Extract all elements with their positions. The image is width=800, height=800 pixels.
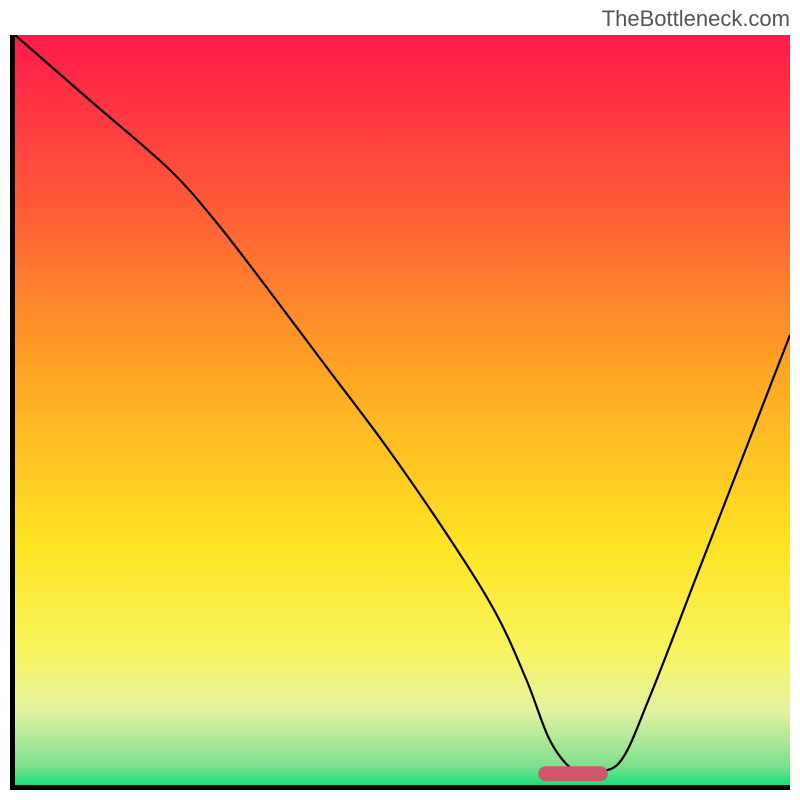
chart-svg — [15, 35, 790, 785]
optimal-range-marker — [538, 766, 608, 781]
watermark-text: TheBottleneck.com — [602, 6, 790, 32]
plot-area — [15, 35, 790, 785]
chart-container: TheBottleneck.com — [0, 0, 800, 800]
gradient-background — [15, 35, 790, 785]
